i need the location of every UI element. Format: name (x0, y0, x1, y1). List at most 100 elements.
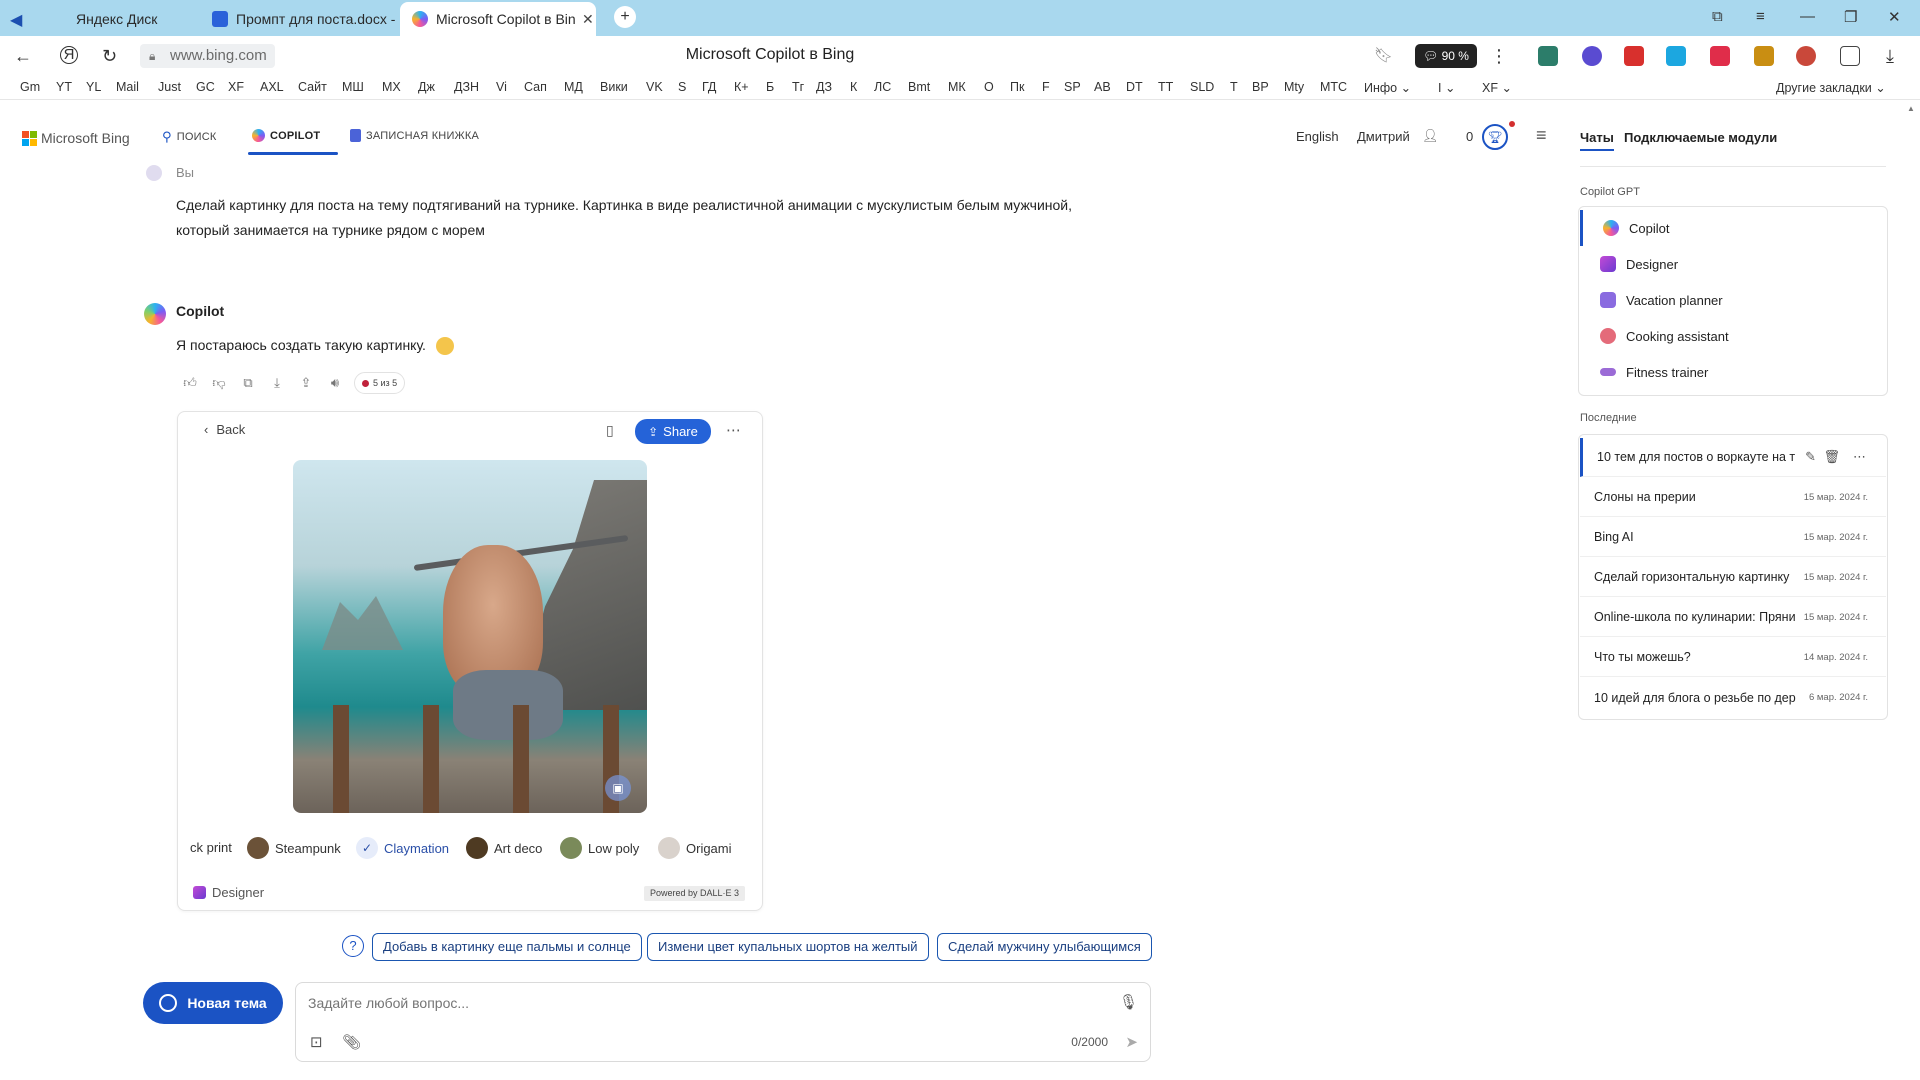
bing-logo[interactable]: Microsoft Bing (22, 130, 130, 146)
extension-4-icon[interactable] (1666, 46, 1686, 66)
user-avatar-icon[interactable]: 👤︎ (1422, 128, 1439, 144)
bookmark-folder[interactable]: Инфо ⌄ (1364, 80, 1411, 95)
gpt-item-designer[interactable]: Designer (1580, 246, 1886, 282)
bookmark-item[interactable]: Gm (20, 80, 40, 94)
style-chip-print[interactable]: ck print (190, 840, 232, 855)
recent-chat-item[interactable]: Online-школа по кулинарии: Пряни 15 мар.… (1580, 598, 1886, 637)
style-chip-art-deco[interactable]: Art deco (466, 837, 542, 859)
bookmark-item[interactable]: Пк (1010, 80, 1024, 94)
image-expand-icon[interactable]: ▣ (605, 775, 631, 801)
bookmark-item[interactable]: AXL (260, 80, 284, 94)
bookmark-item[interactable]: МД (564, 80, 583, 94)
bookmark-item[interactable]: YL (86, 80, 101, 94)
recent-chat-item[interactable]: Сделай горизонтальную картинку 15 мар. 2… (1580, 558, 1886, 597)
download-icon[interactable]: ⤓ (1886, 46, 1894, 67)
trash-icon[interactable]: 🗑︎ (1823, 449, 1840, 465)
share-icon[interactable]: ⇪ (298, 375, 314, 391)
bookmark-icon[interactable]: 🔖︎ (1374, 46, 1393, 64)
gpt-item-cooking-assistant[interactable]: Cooking assistant (1580, 318, 1886, 354)
microphone-icon[interactable]: 🎙︎ (1119, 993, 1138, 1011)
style-chip-low-poly[interactable]: Low poly (560, 837, 639, 859)
bookmark-item[interactable]: Mty (1284, 80, 1304, 94)
edit-pencil-icon[interactable]: ✎ (1805, 449, 1816, 465)
share-button[interactable]: ⇪ Share (635, 419, 711, 444)
recent-chat-item[interactable]: Что ты можешь? 14 мар. 2024 г. (1580, 638, 1886, 677)
bookmark-item[interactable]: Вики (600, 80, 628, 94)
more-options-icon[interactable]: ⋯ (726, 421, 741, 439)
bookmark-item[interactable]: ЛС (874, 80, 891, 94)
bookmark-item[interactable]: YT (56, 80, 72, 94)
style-chip-claymation[interactable]: ✓ Claymation (356, 837, 449, 859)
nav-search[interactable]: ⚲ ПОИСК (162, 129, 216, 145)
nav-copilot[interactable]: COPILOT (252, 129, 320, 142)
help-question-icon[interactable]: ? (342, 935, 364, 957)
minimize-icon[interactable]: — (1800, 8, 1815, 25)
recent-chat-item[interactable]: Слоны на прерии 15 мар. 2024 г. (1580, 478, 1886, 517)
language-switch[interactable]: English (1296, 129, 1339, 144)
bookmark-item[interactable]: VK (646, 80, 663, 94)
bookmark-item[interactable]: F (1042, 80, 1050, 94)
bookmark-item[interactable]: Vi (496, 80, 507, 94)
more-options-icon[interactable]: ⋯ (1853, 449, 1866, 465)
bookmark-manager-icon[interactable]: ⧉ (1712, 8, 1723, 25)
thumbs-down-icon[interactable]: 👎︎ (211, 375, 227, 391)
bookmark-item[interactable]: Mail (116, 80, 139, 94)
zoom-badge[interactable]: 💬︎ 90 % (1415, 44, 1477, 68)
close-window-icon[interactable]: ✕ (1888, 8, 1901, 26)
bookmark-folder[interactable]: XF ⌄ (1482, 80, 1512, 95)
bookmark-item[interactable]: МШ (342, 80, 364, 94)
speaker-icon[interactable]: 🔊︎ (327, 375, 343, 391)
gpt-item-vacation-planner[interactable]: Vacation planner (1580, 282, 1886, 318)
scroll-up-arrow-icon[interactable]: ▲ (1907, 104, 1915, 113)
recent-chat-item[interactable]: Bing AI 15 мар. 2024 г. (1580, 518, 1886, 557)
tab-yandex-disk[interactable]: Яндекс Диск (40, 2, 198, 36)
bookmark-item[interactable]: Тг (792, 80, 804, 94)
gpt-item-copilot[interactable]: Copilot (1580, 210, 1886, 246)
image-search-icon[interactable]: ⊡ (310, 1033, 323, 1051)
extension-3-icon[interactable] (1624, 46, 1644, 66)
extension-2-icon[interactable] (1582, 46, 1602, 66)
bookmark-item[interactable]: МК (948, 80, 966, 94)
bookmark-item[interactable]: Сайт (298, 80, 327, 94)
bookmark-item[interactable]: SP (1064, 80, 1081, 94)
suggestion-chip[interactable]: Сделай мужчину улыбающимся (937, 933, 1152, 961)
extension-1-icon[interactable] (1538, 46, 1558, 66)
bookmark-item[interactable]: SLD (1190, 80, 1214, 94)
tab-copilot[interactable]: Microsoft Copilot в Bing ✕ (400, 2, 596, 36)
kebab-menu-icon[interactable]: ⋮ (1490, 46, 1508, 67)
extension-5-icon[interactable] (1710, 46, 1730, 66)
suggestion-chip[interactable]: Добавь в картинку еще пальмы и солнце (372, 933, 642, 961)
sidebar-tab-plugins[interactable]: Подключаемые модули (1624, 130, 1777, 145)
extension-8-icon[interactable] (1840, 46, 1860, 66)
bookmark-item[interactable]: Just (158, 80, 181, 94)
sidebar-tab-chats[interactable]: Чаты (1580, 130, 1614, 151)
tab-prompt-doc[interactable]: Промпт для поста.docx - (200, 2, 398, 36)
new-topic-button[interactable]: Новая тема (143, 982, 283, 1024)
recent-chat-item[interactable]: 10 тем для постов о воркауте на т ✎ 🗑︎ ⋯ (1580, 438, 1886, 477)
new-tab-button[interactable]: + (614, 6, 636, 28)
bookmark-item[interactable]: Bmt (908, 80, 930, 94)
bookmark-item[interactable]: DT (1126, 80, 1143, 94)
bookmark-folder[interactable]: I ⌄ (1438, 80, 1455, 95)
extension-7-icon[interactable] (1796, 46, 1816, 66)
attach-icon[interactable]: 📎︎ (342, 1033, 361, 1051)
bookmark-item[interactable]: Дж (418, 80, 435, 94)
nav-notebook[interactable]: ЗАПИСНАЯ КНИЖКА (350, 129, 479, 142)
suggestion-chip[interactable]: Измени цвет купальных шортов на желтый (647, 933, 929, 961)
bookmark-item[interactable]: S (678, 80, 686, 94)
extension-6-icon[interactable] (1754, 46, 1774, 66)
gpt-item-fitness-trainer[interactable]: Fitness trainer (1580, 354, 1886, 390)
style-chip-steampunk[interactable]: Steampunk (247, 837, 341, 859)
restore-icon[interactable]: ❐ (1844, 8, 1857, 26)
bookmark-item[interactable]: TT (1158, 80, 1173, 94)
bookmark-item[interactable]: Сап (524, 80, 547, 94)
bookmark-item[interactable]: T (1230, 80, 1238, 94)
bookmark-item[interactable]: ДЗ (816, 80, 832, 94)
copy-icon[interactable]: ⧉ (240, 375, 256, 391)
copy-icon[interactable]: ▯ (606, 422, 614, 439)
bookmark-item[interactable]: К (850, 80, 857, 94)
other-bookmarks[interactable]: Другие закладки ⌄ (1776, 80, 1886, 95)
rewards-trophy-icon[interactable]: 🏆︎ (1482, 124, 1508, 150)
bookmark-item[interactable]: XF (228, 80, 244, 94)
bookmark-item[interactable]: МХ (382, 80, 401, 94)
